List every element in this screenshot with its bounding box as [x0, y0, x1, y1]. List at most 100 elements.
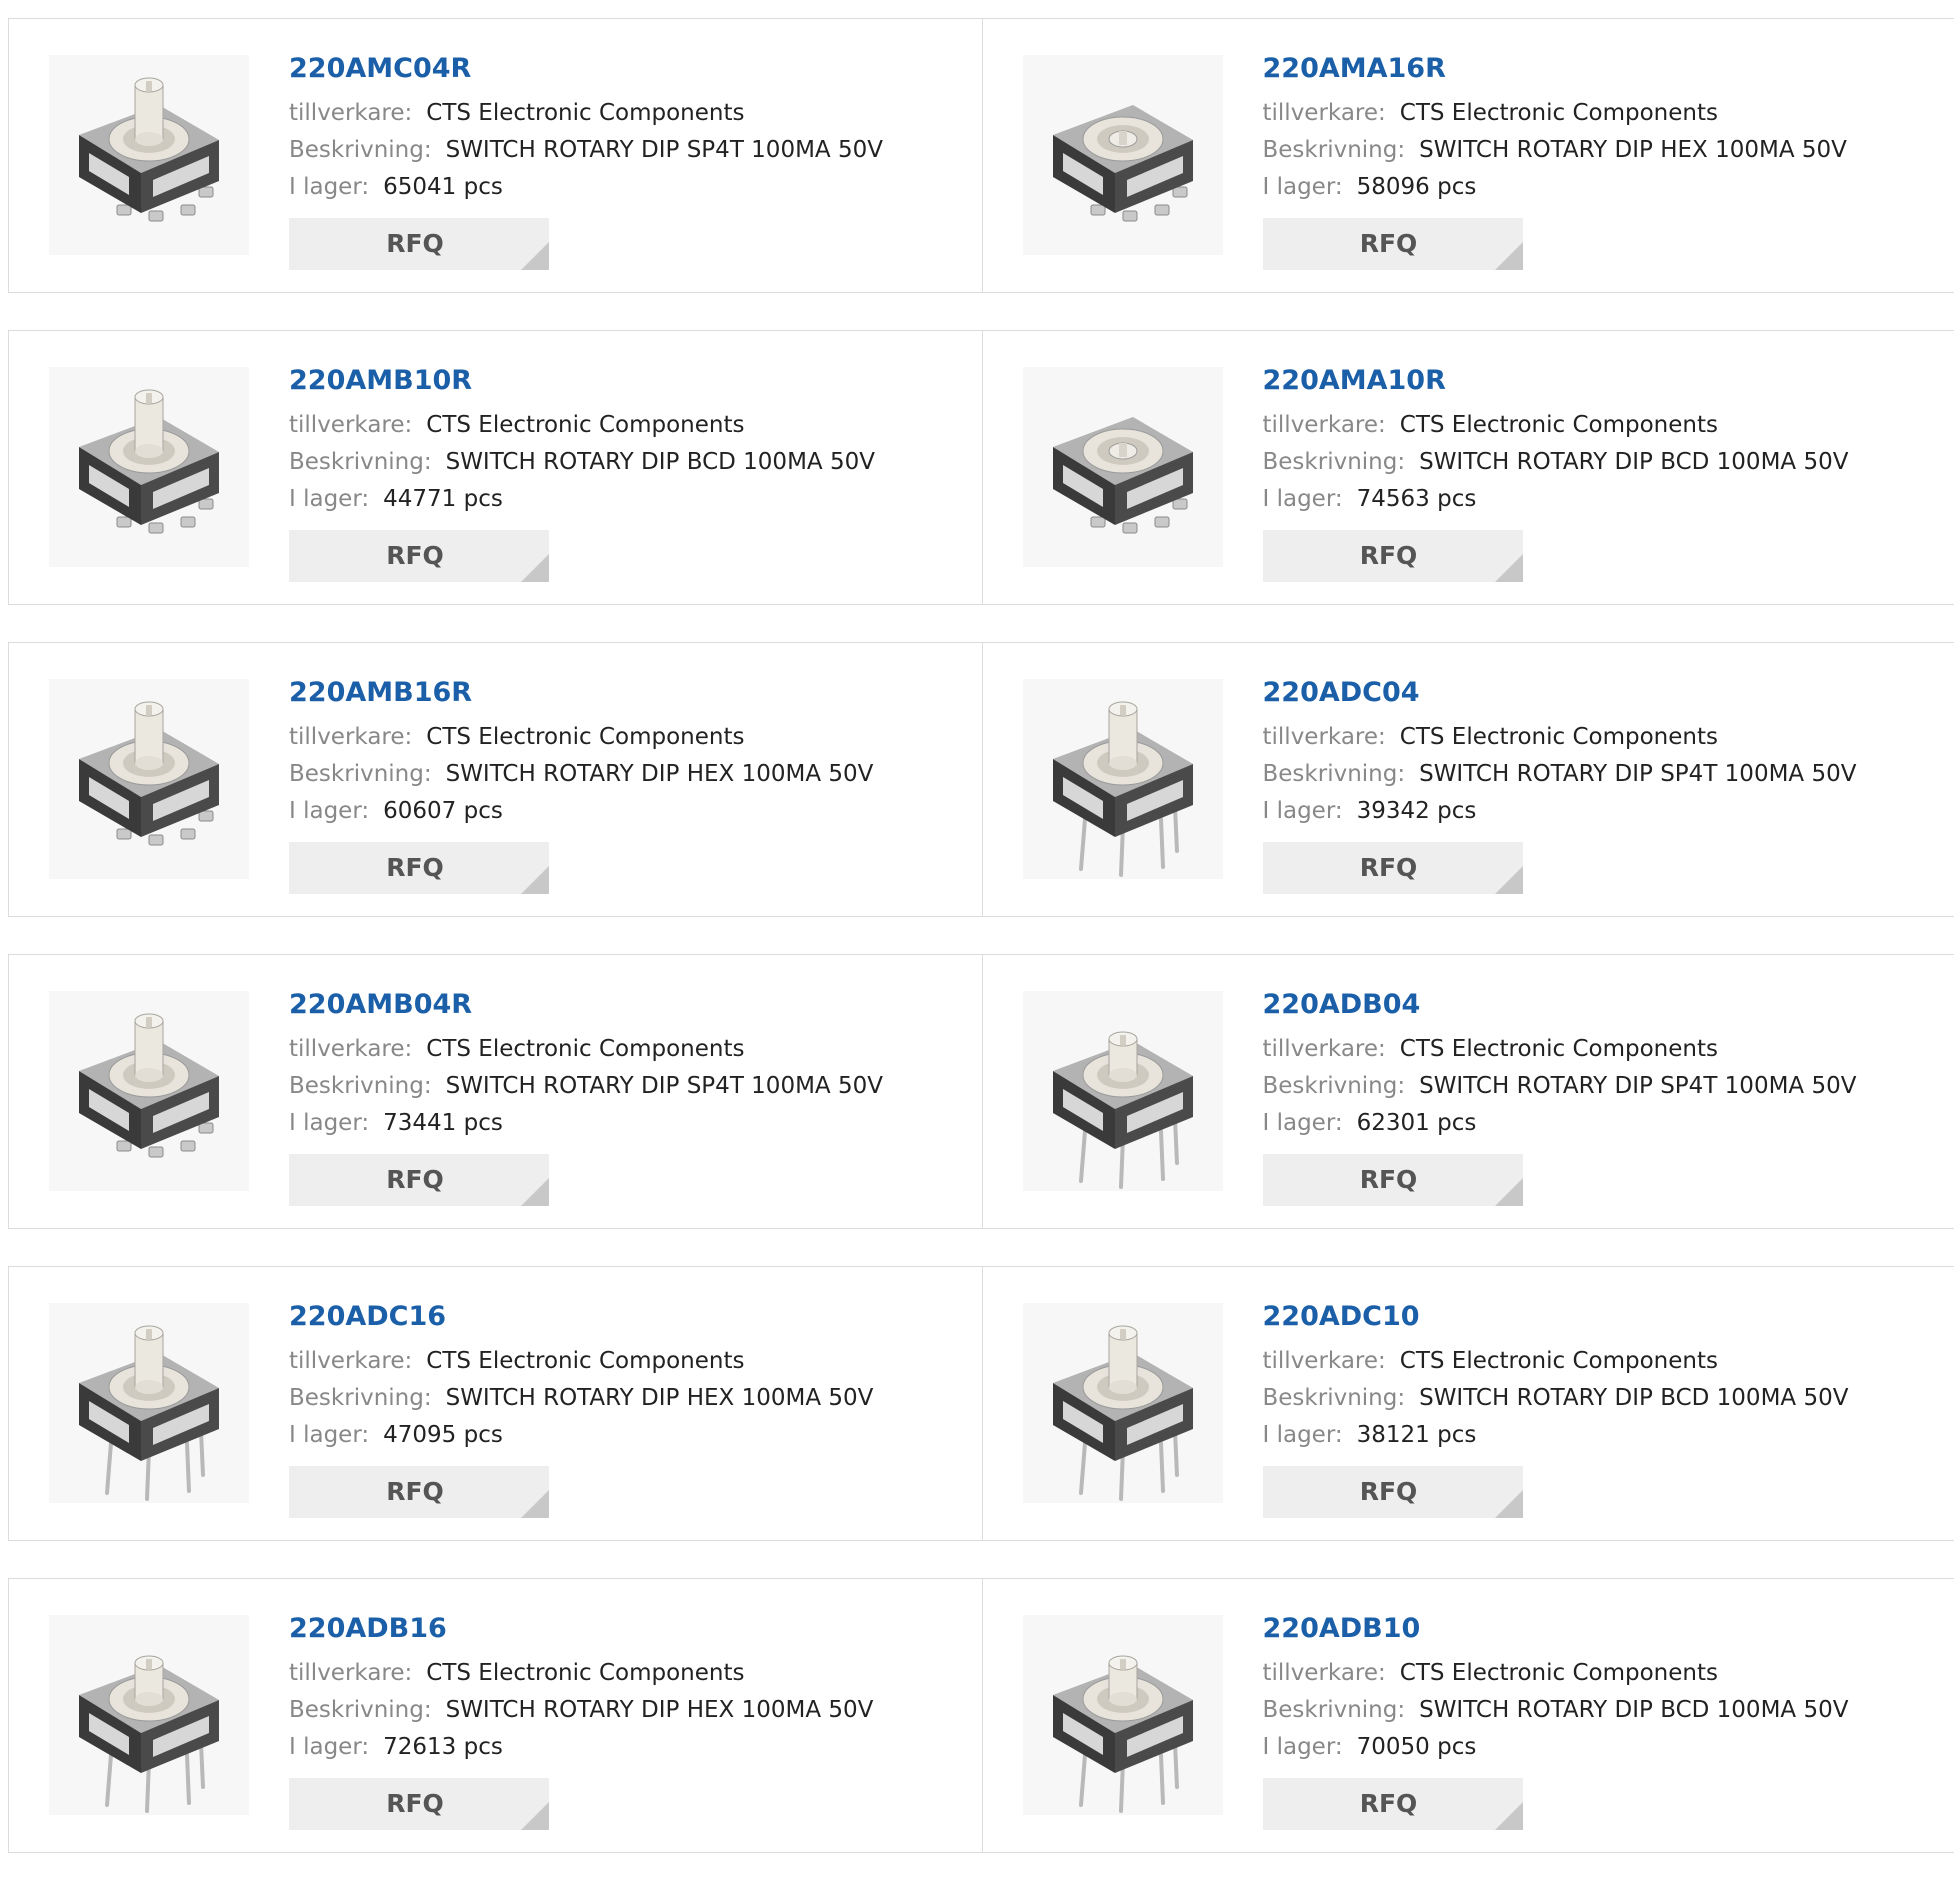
rfq-button-label: RFQ: [1360, 853, 1418, 882]
stock-value: 39342 pcs: [1357, 798, 1477, 824]
rfq-button-label: RFQ: [1360, 229, 1418, 258]
stock-value: 44771 pcs: [383, 486, 503, 512]
rfq-button[interactable]: RFQ: [1263, 1466, 1523, 1518]
manufacturer-value: CTS Electronic Components: [426, 1036, 744, 1062]
product-image[interactable]: [1023, 55, 1223, 255]
product-info: 220ADC10 tillverkare: CTS Electronic Compo…: [1263, 1297, 1849, 1518]
manufacturer-label: tillverkare:: [1263, 1660, 1386, 1686]
product-image[interactable]: [1023, 1615, 1223, 1815]
rfq-button[interactable]: RFQ: [289, 530, 549, 582]
rfq-button[interactable]: RFQ: [1263, 842, 1523, 894]
rfq-button[interactable]: RFQ: [289, 1466, 549, 1518]
manufacturer-value: CTS Electronic Components: [1400, 1348, 1718, 1374]
manufacturer-line: tillverkare:CTS Electronic Components: [289, 1655, 873, 1692]
rfq-button-label: RFQ: [386, 1165, 444, 1194]
rfq-button[interactable]: RFQ: [289, 1778, 549, 1830]
description-line: Beskrivning:SWITCH ROTARY DIP BCD 100MA …: [1263, 1692, 1849, 1729]
description-label: Beskrivning:: [1263, 1073, 1406, 1099]
part-number-link[interactable]: 220AMA10R: [1263, 361, 1849, 401]
part-number-link[interactable]: 220AMB10R: [289, 361, 875, 401]
manufacturer-line: tillverkare:CTS Electronic Components: [1263, 407, 1849, 444]
product-image[interactable]: [49, 679, 249, 879]
rfq-button-label: RFQ: [1360, 1789, 1418, 1818]
product-card: 220AMB16Rtillverkare:CTS Electronic Comp…: [9, 643, 982, 916]
part-number-link[interactable]: 220ADB10: [1263, 1609, 1849, 1649]
part-number-link[interactable]: 220ADC10: [1263, 1297, 1849, 1337]
product-image[interactable]: [49, 367, 249, 567]
product-card: 220ADB04tillverkare:CTS Electronic Compo…: [982, 955, 1954, 1228]
rfq-button-label: RFQ: [386, 1789, 444, 1818]
stock-line: I lager:58096 pcs: [1263, 169, 1847, 206]
description-value: SWITCH ROTARY DIP HEX 100MA 50V: [446, 1697, 874, 1723]
corner-triangle-icon: [1495, 866, 1523, 894]
rfq-button[interactable]: RFQ: [1263, 1778, 1523, 1830]
rfq-button-label: RFQ: [386, 1477, 444, 1506]
rfq-button-label: RFQ: [386, 853, 444, 882]
manufacturer-label: tillverkare:: [1263, 100, 1386, 126]
product-info: 220AMB04Rtillverkare:CTS Electronic Comp…: [289, 985, 883, 1206]
part-number-link[interactable]: 220ADC16: [289, 1297, 873, 1337]
rfq-button-label: RFQ: [1360, 1165, 1418, 1194]
part-number-link[interactable]: 220AMB16R: [289, 673, 873, 713]
description-label: Beskrivning:: [289, 1385, 432, 1411]
corner-triangle-icon: [1495, 1802, 1523, 1830]
stock-line: I lager:74563 pcs: [1263, 481, 1849, 518]
part-number-link[interactable]: 220ADB04: [1263, 985, 1857, 1025]
stock-line: I lager:47095 pcs: [289, 1417, 873, 1454]
product-card: 220AMC04R tillverkare:CTS Electronic Comp…: [9, 19, 982, 292]
corner-triangle-icon: [1495, 554, 1523, 582]
stock-label: I lager:: [289, 1734, 369, 1760]
manufacturer-value: CTS Electronic Components: [1400, 412, 1718, 438]
stock-label: I lager:: [289, 798, 369, 824]
product-image[interactable]: [49, 1615, 249, 1815]
part-number-link[interactable]: 220ADB16: [289, 1609, 873, 1649]
rfq-button-label: RFQ: [1360, 1477, 1418, 1506]
product-image[interactable]: [1023, 367, 1223, 567]
manufacturer-label: tillverkare:: [289, 1660, 412, 1686]
product-grid: 220AMC04R tillverkare: CTS Electronic Comp…: [8, 18, 1954, 1890]
description-label: Beskrivning:: [1263, 761, 1406, 787]
product-image[interactable]: [1023, 1303, 1223, 1503]
manufacturer-line: tillverkare:CTS Electronic Components: [1263, 95, 1847, 132]
product-info: 220ADB16 tillverkare:CTS Electronic Compo…: [289, 1609, 873, 1830]
product-info: 220AMB16Rtillverkare:CTS Electronic Comp…: [289, 673, 873, 894]
product-image[interactable]: [1023, 991, 1223, 1191]
stock-line: I lager:62301 pcs: [1263, 1105, 1857, 1142]
product-card: 220ADB10tillverkare:CTS Electronic Compo…: [982, 1579, 1954, 1852]
description-value: SWITCH ROTARY DIP SP4T 100MA 50V: [1419, 761, 1856, 787]
part-number-link[interactable]: 220AMC04R: [289, 49, 883, 89]
rfq-button[interactable]: RFQ: [289, 218, 549, 270]
description-value: SWITCH ROTARY DIP HEX 100MA 50V: [446, 1385, 874, 1411]
description-label: Beskrivning:: [1263, 1697, 1406, 1723]
corner-triangle-icon: [521, 1802, 549, 1830]
product-image[interactable]: [1023, 679, 1223, 879]
product-card: 220ADC04tillverkare:CTS Electronic Compo…: [982, 643, 1954, 916]
rfq-button[interactable]: RFQ: [289, 842, 549, 894]
part-number-link[interactable]: 220AMA16R: [1263, 49, 1847, 89]
rfq-button[interactable]: RFQ: [1263, 530, 1523, 582]
part-number-link[interactable]: 220ADC04: [1263, 673, 1857, 713]
product-row: 220ADC16 tillverkare: CTS Electronic Compo…: [8, 1266, 1954, 1541]
manufacturer-line: tillverkare:CTS Electronic Components: [289, 95, 883, 132]
description-label: Beskrivning:: [289, 1697, 432, 1723]
manufacturer-line: tillverkare: CTS Electronic Components: [1263, 1343, 1849, 1380]
rfq-button[interactable]: RFQ: [289, 1154, 549, 1206]
product-image[interactable]: [49, 991, 249, 1191]
stock-line: I lager:44771 pcs: [289, 481, 875, 518]
stock-value: 73441 pcs: [383, 1110, 503, 1136]
description-label: Beskrivning:: [1263, 449, 1406, 475]
part-number-link[interactable]: 220AMB04R: [289, 985, 883, 1025]
manufacturer-value: CTS Electronic Components: [426, 412, 744, 438]
description-value: SWITCH ROTARY DIP BCD 100MA 50V: [1419, 449, 1848, 475]
rfq-button[interactable]: RFQ: [1263, 218, 1523, 270]
description-line: Beskrivning: SWITCH ROTARY DIP SP4T 100MA…: [1263, 756, 1857, 793]
product-image[interactable]: [49, 1303, 249, 1503]
description-line: Beskrivning:SWITCH ROTARY DIP BCD 100MA …: [289, 444, 875, 481]
product-image[interactable]: [49, 55, 249, 255]
description-line: Beskrivning:SWITCH ROTARY DIP HEX 100MA …: [289, 756, 873, 793]
product-row: 220AMB10R tillverkare:CTS Electronic Comp…: [8, 330, 1954, 605]
rfq-button[interactable]: RFQ: [1263, 1154, 1523, 1206]
manufacturer-label: tillverkare:: [1263, 1348, 1386, 1374]
manufacturer-value: CTS Electronic Components: [426, 724, 744, 750]
manufacturer-label: tillverkare:: [289, 1348, 412, 1374]
